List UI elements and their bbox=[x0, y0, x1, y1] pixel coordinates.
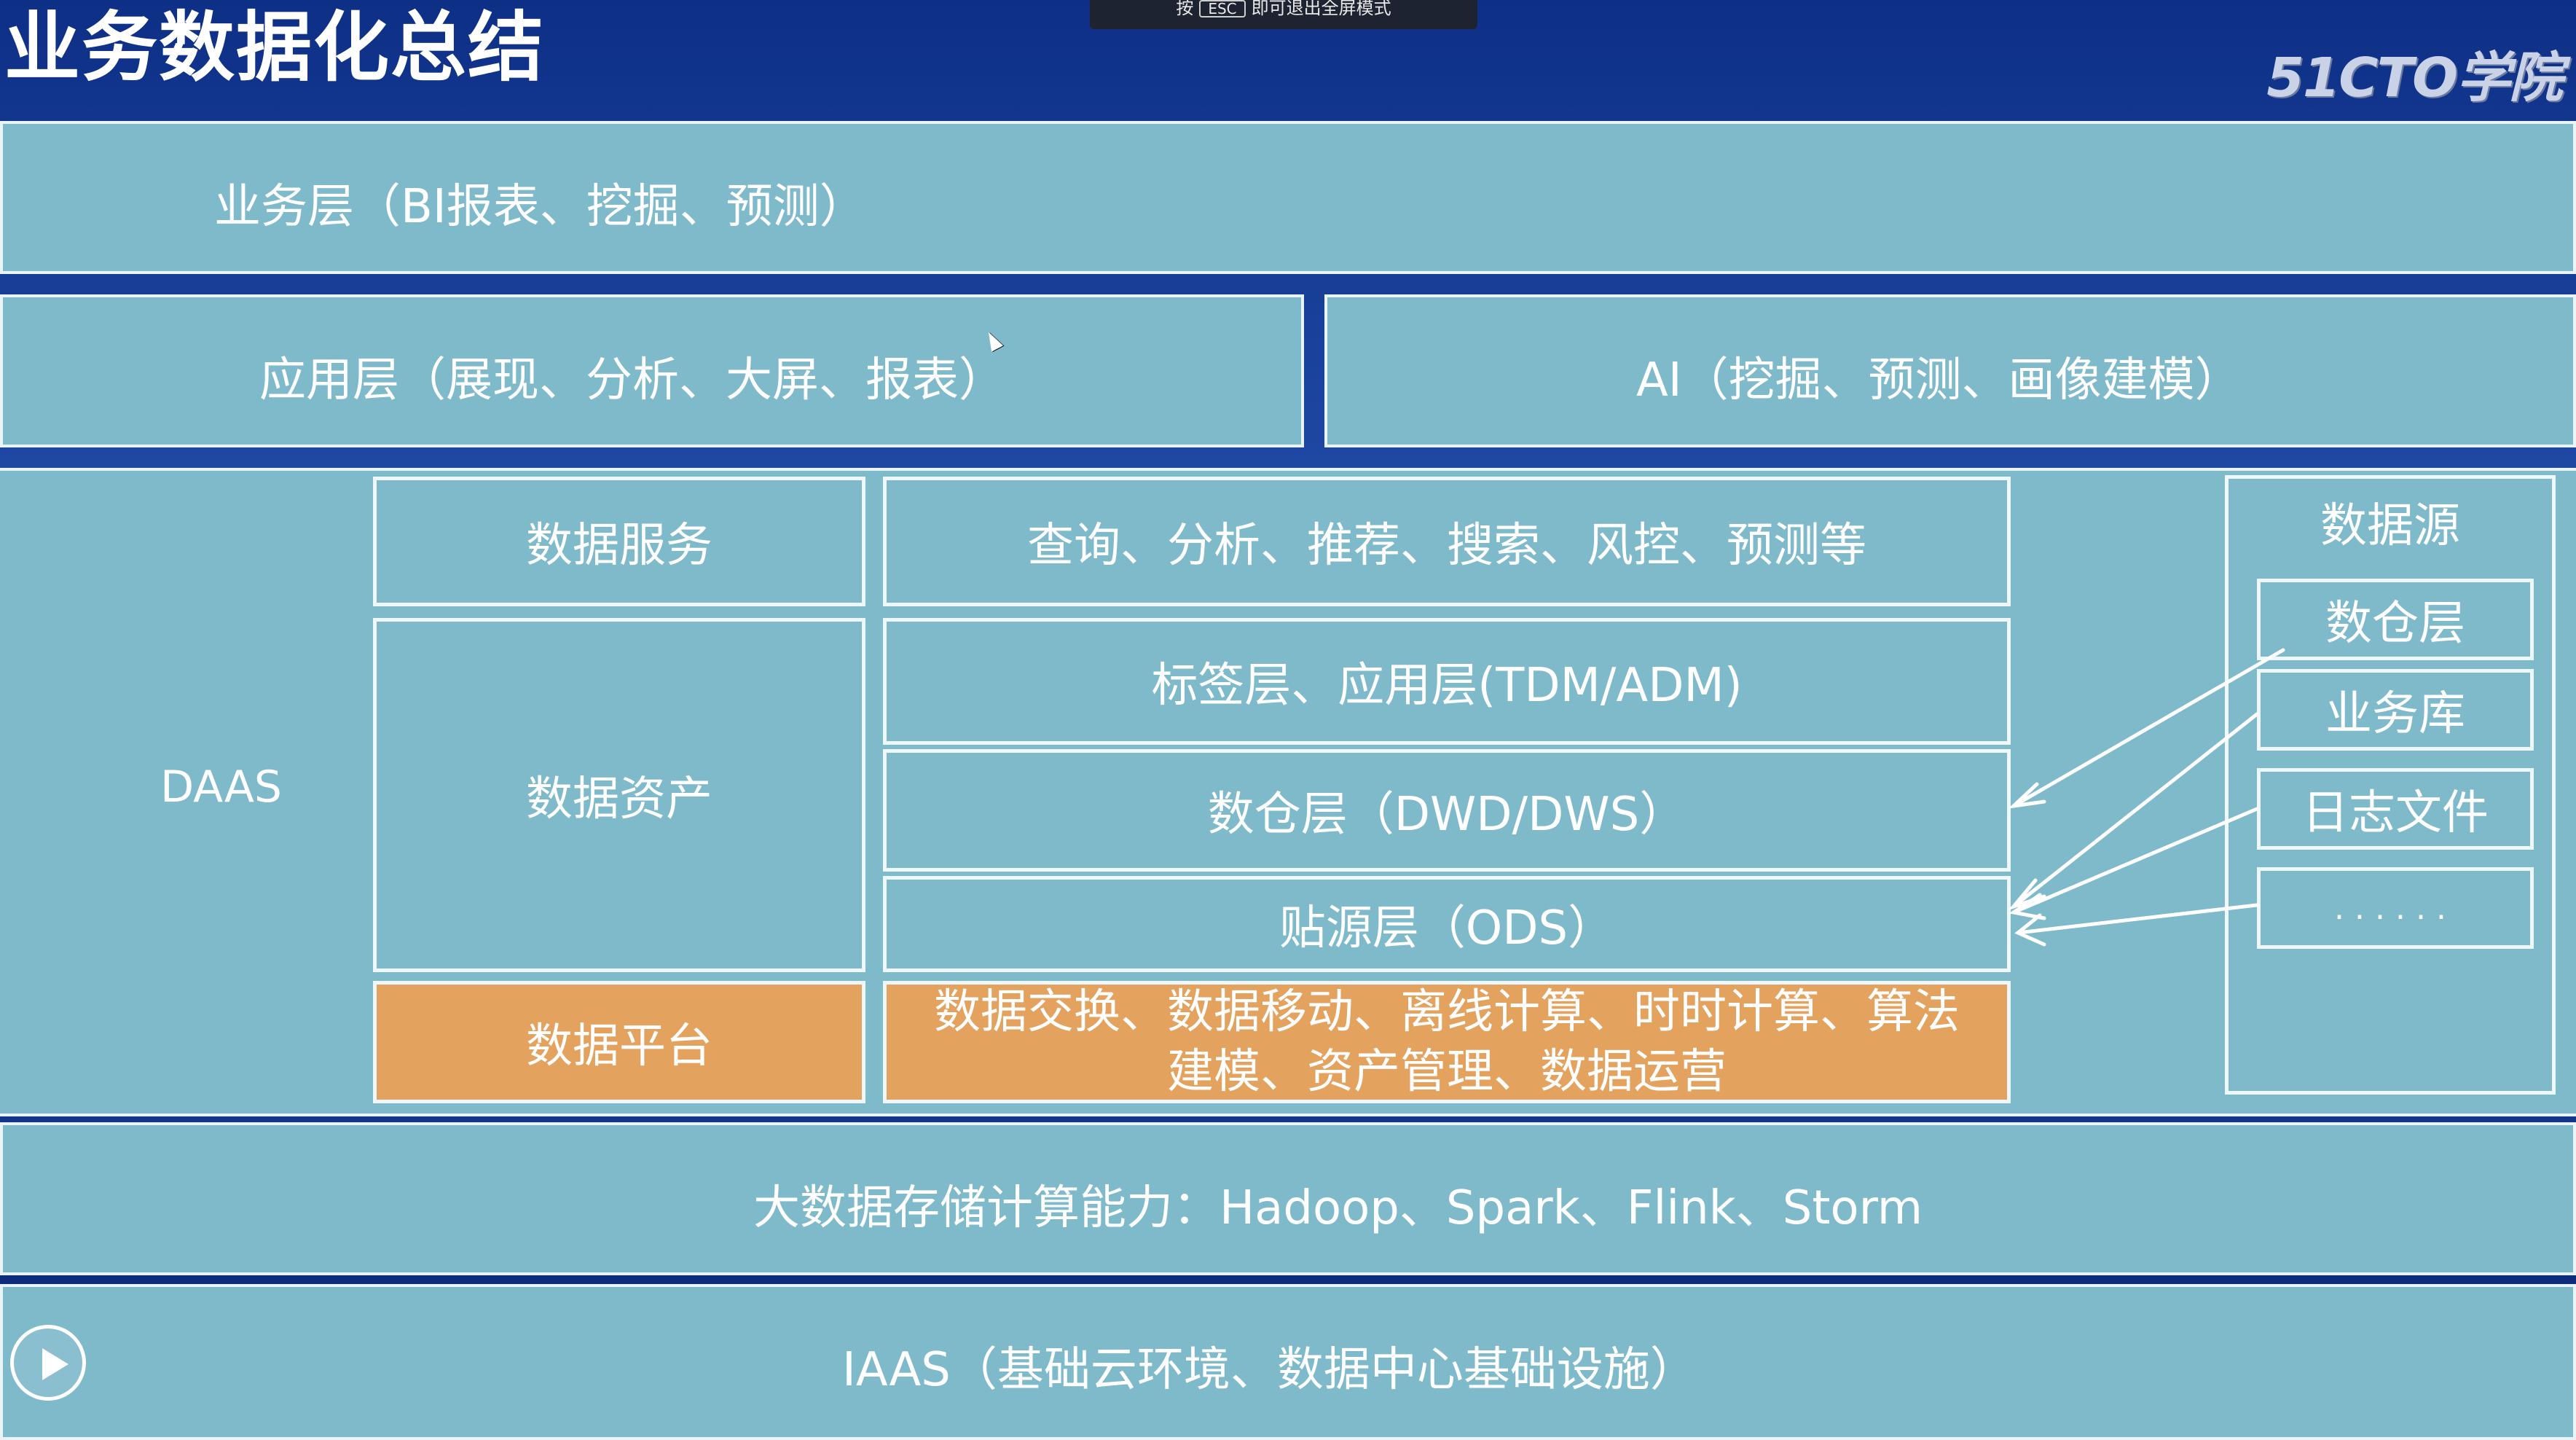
iaas-layer-bar: IAAS（基础云环境、数据中心基础设施） bbox=[0, 1284, 2576, 1440]
iaas-layer-label: IAAS（基础云环境、数据中心基础设施） bbox=[842, 1343, 1697, 1397]
storage-layer-label: 大数据存储计算能力：Hadoop、Spark、Flink、Storm bbox=[753, 1181, 1923, 1235]
arrow-icon bbox=[2011, 712, 2259, 909]
slide: 业务数据化总结 51CTO学院 按 ESC 即可退出全屏模式 业务层（BI报表、挖掘… bbox=[0, 0, 2576, 1440]
play-icon[interactable] bbox=[10, 1325, 86, 1401]
arrow-icon bbox=[2016, 903, 2259, 935]
storage-layer-bar: 大数据存储计算能力：Hadoop、Spark、Flink、Storm bbox=[0, 1122, 2576, 1275]
arrow-icon bbox=[2011, 807, 2259, 915]
arrow-icon bbox=[2011, 648, 2285, 808]
